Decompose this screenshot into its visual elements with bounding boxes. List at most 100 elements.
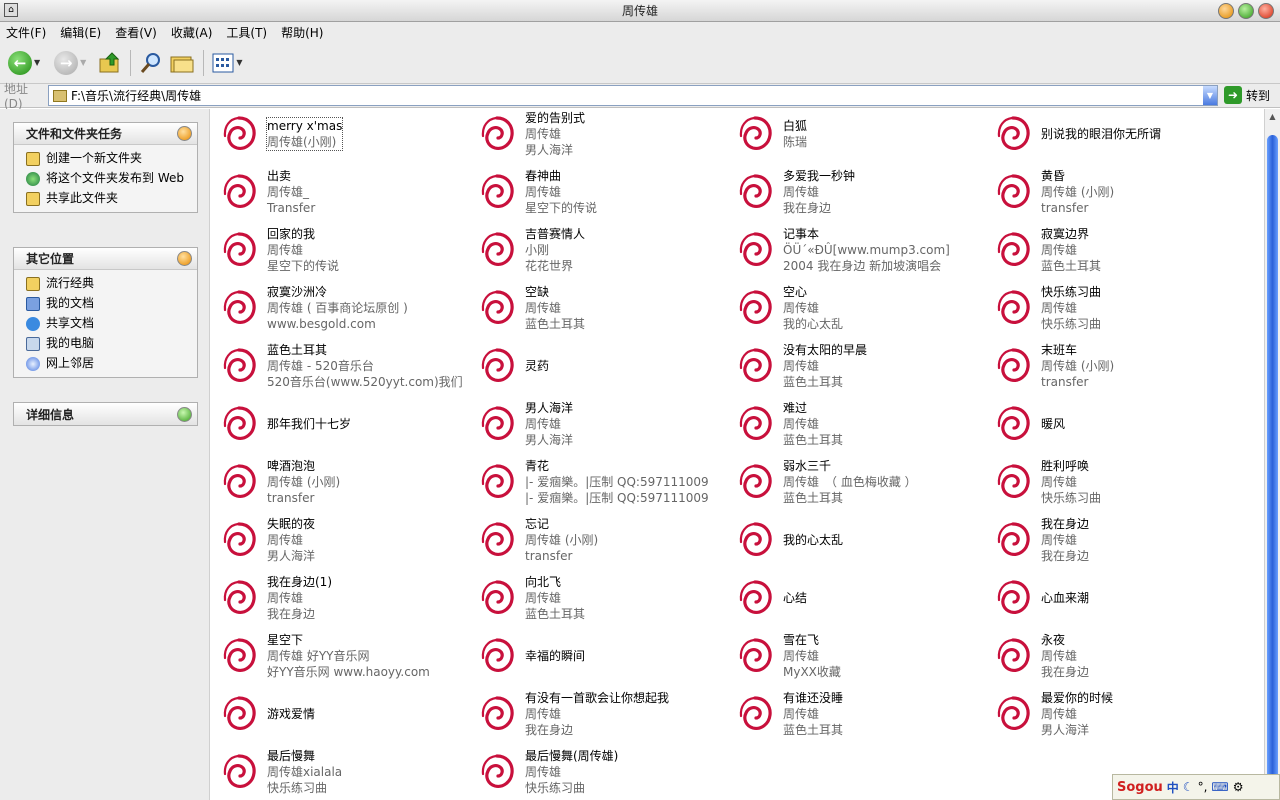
menu-edit[interactable]: 编辑(E) [60, 24, 101, 41]
file-item[interactable]: 快乐练习曲 周传雄 快乐练习曲 [993, 279, 1251, 337]
file-item[interactable]: 爱的告别式 周传雄 男人海洋 [477, 109, 735, 163]
file-item[interactable]: 空心 周传雄 我的心太乱 [735, 279, 993, 337]
file-item[interactable]: 吉普赛情人 小刚 花花世界 [477, 221, 735, 279]
vertical-scrollbar[interactable]: ▲ [1264, 109, 1280, 800]
collapse-icon[interactable] [177, 251, 192, 266]
app-icon[interactable]: ⌂ [4, 3, 18, 17]
file-item[interactable]: 没有太阳的早晨 周传雄 蓝色土耳其 [735, 337, 993, 395]
file-item[interactable]: 心结 [735, 569, 993, 627]
up-folder-button[interactable] [98, 48, 122, 78]
file-item[interactable]: 最后慢舞 周传雄xialala 快乐练习曲 [219, 743, 477, 800]
expand-icon[interactable] [177, 406, 192, 422]
file-item[interactable]: 记事本 ÖÜ´«ÐÛ[www.mump3.com] 2004 我在身边 新加坡演唱会 [735, 221, 993, 279]
file-item[interactable]: 心血来潮 [993, 569, 1251, 627]
address-input[interactable]: F:\音乐\流行经典\周传雄 ▼ [48, 85, 1218, 106]
file-album: transfer [1041, 201, 1089, 215]
views-button[interactable]: ▼ [212, 48, 242, 78]
file-item[interactable]: 最后慢舞(周传雄) 周传雄 快乐练习曲 [477, 743, 735, 800]
file-item[interactable]: 青花 |- 爱痼樂。|压制 QQ:597111009 |- 爱痼樂。|压制 QQ:5… [477, 453, 735, 511]
close-button[interactable] [1258, 3, 1274, 19]
menu-view[interactable]: 查看(V) [115, 24, 157, 41]
ime-mode[interactable]: 中 [1167, 779, 1179, 796]
file-item[interactable]: 忘记 周传雄 (小刚) transfer [477, 511, 735, 569]
file-item[interactable]: 有谁还没睡 周传雄 蓝色土耳其 [735, 685, 993, 743]
other-places-header[interactable]: 其它位置 [14, 248, 197, 270]
file-item[interactable]: 空缺 周传雄 蓝色土耳其 [477, 279, 735, 337]
place-my-documents[interactable]: 我的文档 [26, 296, 189, 311]
file-item[interactable]: 回家的我 周传雄 星空下的传说 [219, 221, 477, 279]
file-artist: 周传雄 (小刚) [1041, 185, 1115, 199]
task-new-folder[interactable]: 创建一个新文件夹 [26, 151, 189, 166]
file-item[interactable]: 寂寞边界 周传雄 蓝色土耳其 [993, 221, 1251, 279]
place-shared-documents[interactable]: 共享文档 [26, 316, 189, 331]
forward-button[interactable]: → ▼ [54, 48, 86, 78]
scroll-up-icon[interactable]: ▲ [1265, 109, 1280, 124]
file-item[interactable]: 蓝色土耳其 周传雄 - 520音乐台 520音乐台(www.520yyt.com)我… [219, 337, 477, 395]
file-item[interactable]: 白狐 陈瑞 [735, 109, 993, 163]
place-popular-classics[interactable]: 流行经典 [26, 276, 189, 291]
file-item[interactable]: 永夜 周传雄 我在身边 [993, 627, 1251, 685]
maximize-button[interactable] [1238, 3, 1254, 19]
file-item[interactable]: 暖风 [993, 395, 1251, 453]
back-button[interactable]: ← ▼ [8, 48, 40, 78]
file-item[interactable]: 向北飞 周传雄 蓝色土耳其 [477, 569, 735, 627]
file-album: 快乐练习曲 [267, 781, 328, 795]
file-item[interactable]: 雪在飞 周传雄 MyXX收藏 [735, 627, 993, 685]
file-tasks-header[interactable]: 文件和文件夹任务 [14, 123, 197, 145]
file-item[interactable]: 有没有一首歌会让你想起我 周传雄 我在身边 [477, 685, 735, 743]
address-dropdown-icon[interactable]: ▼ [1203, 86, 1217, 105]
file-artist: 周传雄 [525, 707, 562, 721]
file-item[interactable]: 难过 周传雄 蓝色土耳其 [735, 395, 993, 453]
file-item[interactable]: 胜利呼唤 周传雄 快乐练习曲 [993, 453, 1251, 511]
place-my-computer[interactable]: 我的电脑 [26, 336, 189, 351]
file-item[interactable]: 黄昏 周传雄 (小刚) transfer [993, 163, 1251, 221]
file-item[interactable]: 最爱你的时候 周传雄 男人海洋 [993, 685, 1251, 743]
go-button[interactable]: ➜ 转到 [1224, 86, 1270, 104]
ime-toolbar[interactable]: Sogou 中 ☾ °, ⌨ ⚙ [1112, 774, 1280, 800]
file-item[interactable]: 我的心太乱 [735, 511, 993, 569]
folders-button[interactable] [169, 48, 195, 78]
file-item[interactable]: merry x'mas 周传雄(小刚) [219, 109, 477, 163]
file-meta: 啤酒泡泡 周传雄 (小刚) transfer [267, 458, 340, 506]
task-publish-web[interactable]: 将这个文件夹发布到 Web [26, 171, 189, 186]
menu-help[interactable]: 帮助(H) [281, 24, 323, 41]
file-meta: 雪在飞 周传雄 MyXX收藏 [783, 632, 841, 680]
file-item[interactable]: 男人海洋 周传雄 男人海洋 [477, 395, 735, 453]
keyboard-icon[interactable]: ⌨ [1211, 780, 1228, 794]
file-item[interactable]: 我在身边(1) 周传雄 我在身边 [219, 569, 477, 627]
file-item[interactable]: 别说我的眼泪你无所谓 [993, 109, 1251, 163]
scroll-thumb[interactable] [1267, 135, 1278, 785]
back-dropdown-icon[interactable]: ▼ [34, 58, 40, 67]
file-item[interactable]: 灵药 [477, 337, 735, 395]
file-item[interactable]: 失眠的夜 周传雄 男人海洋 [219, 511, 477, 569]
file-meta: 末班车 周传雄 (小刚) transfer [1041, 342, 1114, 390]
file-item[interactable]: 寂寞沙洲冷 周传雄 ( 百事商论坛原创 ) www.besgold.com [219, 279, 477, 337]
settings-icon[interactable]: ⚙ [1233, 780, 1244, 794]
file-item[interactable]: 春神曲 周传雄 星空下的传说 [477, 163, 735, 221]
file-item[interactable]: 末班车 周传雄 (小刚) transfer [993, 337, 1251, 395]
punctuation-icon[interactable]: °, [1198, 780, 1208, 794]
menu-favorites[interactable]: 收藏(A) [171, 24, 213, 41]
file-item[interactable]: 我在身边 周传雄 我在身边 [993, 511, 1251, 569]
search-button[interactable] [139, 48, 163, 78]
file-item[interactable]: 出卖 周传雄_ Transfer [219, 163, 477, 221]
file-item[interactable]: 弱水三千 周传雄 （ 血色梅收藏 ） 蓝色土耳其 [735, 453, 993, 511]
file-title: 心结 [783, 591, 808, 605]
file-item[interactable]: 幸福的瞬间 [477, 627, 735, 685]
file-item[interactable]: 星空下 周传雄 好YY音乐网 好YY音乐网 www.haoyy.com [219, 627, 477, 685]
collapse-icon[interactable] [177, 126, 192, 141]
new-folder-icon [26, 152, 40, 166]
file-title: 记事本 [783, 227, 820, 241]
file-item[interactable]: 游戏爱情 [219, 685, 477, 743]
file-item[interactable]: 多爱我一秒钟 周传雄 我在身边 [735, 163, 993, 221]
place-network[interactable]: 网上邻居 [26, 356, 189, 371]
moon-icon[interactable]: ☾ [1183, 780, 1194, 794]
menu-file[interactable]: 文件(F) [6, 24, 46, 41]
minimize-button[interactable] [1218, 3, 1234, 19]
details-header[interactable]: 详细信息 [14, 403, 197, 425]
views-dropdown-icon[interactable]: ▼ [236, 58, 242, 67]
file-item[interactable]: 啤酒泡泡 周传雄 (小刚) transfer [219, 453, 477, 511]
task-share-folder[interactable]: 共享此文件夹 [26, 191, 189, 206]
file-item[interactable]: 那年我们十七岁 [219, 395, 477, 453]
menu-tools[interactable]: 工具(T) [226, 24, 267, 41]
